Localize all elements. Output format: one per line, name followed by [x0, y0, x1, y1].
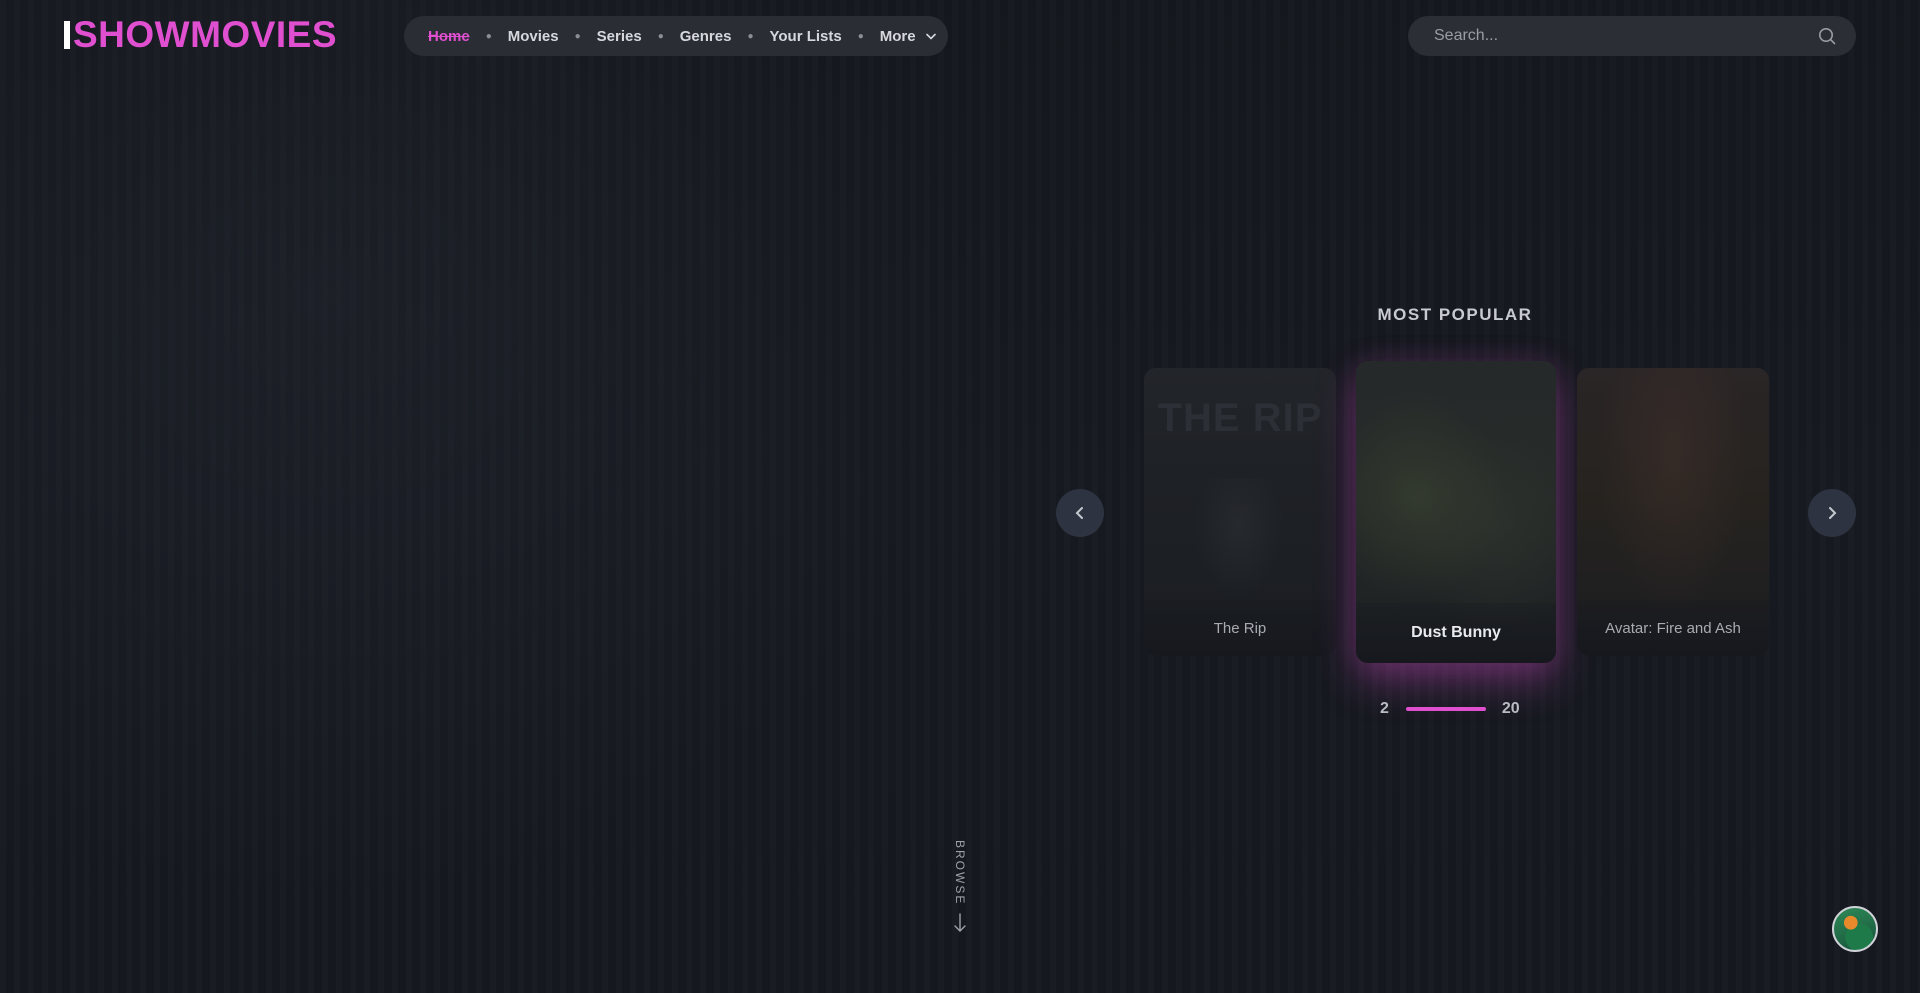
chevron-right-icon	[1829, 507, 1837, 519]
carousel-title: MOST POPULAR	[1377, 305, 1533, 324]
movie-card-avatar-fire-and-ash[interactable]: Avatar: Fire and Ash	[1577, 368, 1769, 656]
carousel-pager: 2 20	[1380, 698, 1530, 720]
nav-separator: ●	[747, 30, 754, 42]
nav-item-series[interactable]: Series	[597, 28, 642, 45]
nav-item-your-lists[interactable]: Your Lists	[769, 28, 841, 45]
nav-item-more-label: More	[879, 27, 916, 45]
nav-item-home[interactable]: Home	[428, 28, 470, 45]
main-nav: Home ● Movies ● Series ● Genres ● Your L…	[404, 16, 948, 56]
pager-current: 2	[1380, 700, 1389, 717]
nav-item-more[interactable]: More	[880, 28, 936, 45]
carousel-prev-button[interactable]	[1056, 489, 1104, 537]
logo-bar	[64, 21, 70, 49]
search-icon[interactable]	[1818, 27, 1836, 45]
pager-total: 20	[1501, 700, 1520, 717]
nav-item-movies[interactable]: Movies	[508, 28, 559, 45]
chevron-left-icon	[1075, 507, 1083, 519]
poster-title-art: THE RIP	[1157, 396, 1323, 440]
brand-logo[interactable]: SHOWMOVIES	[64, 14, 337, 56]
background-glow	[0, 0, 1100, 993]
pager-progress-bar	[1405, 707, 1486, 711]
nav-separator: ●	[657, 30, 664, 42]
nav-item-genres[interactable]: Genres	[680, 28, 732, 45]
nav-separator: ●	[574, 30, 581, 42]
brand-name: SHOWMOVIES	[73, 14, 338, 55]
avatar[interactable]	[1832, 906, 1878, 952]
nav-separator: ●	[857, 30, 864, 42]
movie-card-the-rip[interactable]: THE RIP The Rip	[1144, 368, 1336, 656]
movie-title: Dust Bunny	[1356, 603, 1556, 663]
movie-card-dust-bunny[interactable]: Dust Bunny	[1356, 361, 1556, 663]
browse-label: BROWSE	[953, 840, 967, 906]
search-input[interactable]	[1432, 26, 1818, 46]
arrow-down-icon	[954, 913, 966, 933]
movie-title: Avatar: Fire and Ash	[1577, 600, 1769, 656]
chevron-down-icon	[925, 33, 936, 40]
browse-scroll-hint[interactable]: BROWSE	[946, 840, 974, 936]
search-bar	[1408, 16, 1856, 56]
carousel-next-button[interactable]	[1808, 489, 1856, 537]
nav-separator: ●	[485, 30, 492, 42]
movie-title: The Rip	[1144, 600, 1336, 656]
